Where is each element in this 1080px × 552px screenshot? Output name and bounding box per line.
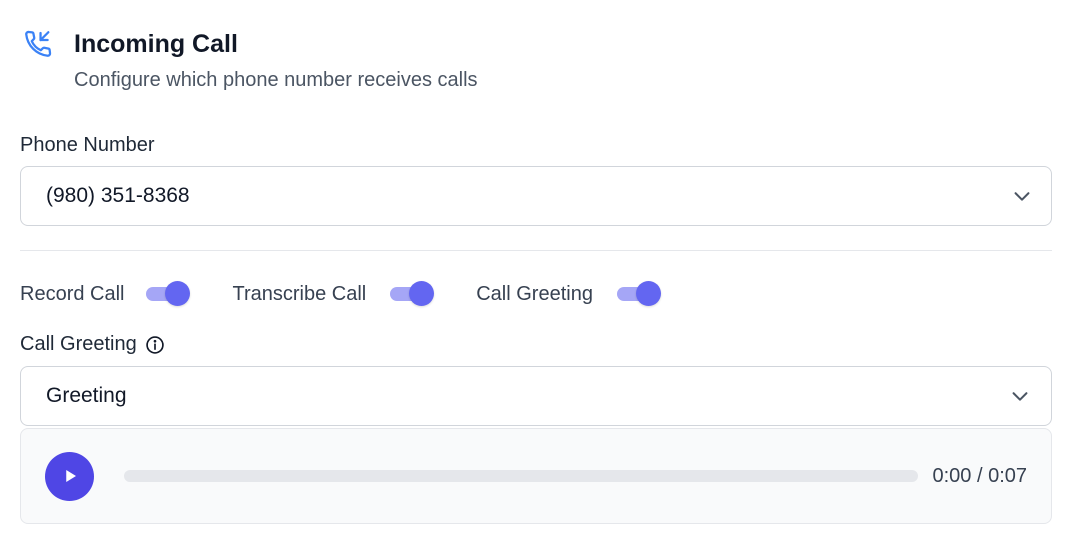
- audio-player: 0:00 / 0:07: [20, 428, 1052, 524]
- info-icon[interactable]: [145, 335, 165, 355]
- audio-progress-bar[interactable]: [124, 470, 919, 482]
- chevron-down-icon: [1012, 392, 1028, 401]
- transcribe-call-toggle[interactable]: [388, 281, 435, 307]
- call-greeting-toggle-label: Call Greeting: [476, 282, 593, 305]
- page-title: Incoming Call: [74, 30, 238, 58]
- section-header: Incoming Call Configure which phone numb…: [20, 26, 478, 94]
- record-call-label: Record Call: [20, 282, 125, 305]
- call-greeting-value: Greeting: [46, 384, 127, 407]
- transcribe-call-option: Transcribe Call: [232, 281, 435, 307]
- play-button[interactable]: [45, 451, 94, 501]
- call-options-toggles: Record Call Transcribe Call Call Greetin…: [20, 278, 701, 310]
- chevron-down-icon: [1014, 192, 1030, 201]
- record-call-option: Record Call: [20, 281, 191, 307]
- section-divider: [20, 250, 1052, 251]
- call-greeting-field-label: Call Greeting: [20, 333, 165, 356]
- call-greeting-label: Call Greeting: [20, 333, 137, 355]
- record-call-toggle[interactable]: [144, 281, 191, 307]
- incoming-call-panel: Incoming Call Configure which phone numb…: [0, 0, 1080, 552]
- play-icon: [65, 470, 76, 482]
- call-greeting-option: Call Greeting: [476, 281, 661, 307]
- audio-time: 0:00 / 0:07: [932, 464, 1027, 487]
- phone-number-value: (980) 351-8368: [46, 184, 190, 207]
- page-subtitle: Configure which phone number receives ca…: [74, 69, 478, 91]
- phone-number-label: Phone Number: [20, 134, 155, 156]
- call-greeting-select[interactable]: Greeting: [20, 366, 1052, 426]
- phone-number-select[interactable]: (980) 351-8368: [20, 166, 1052, 226]
- call-greeting-toggle[interactable]: [615, 281, 661, 307]
- phone-incoming-icon: [25, 30, 52, 57]
- transcribe-call-label: Transcribe Call: [232, 282, 367, 305]
